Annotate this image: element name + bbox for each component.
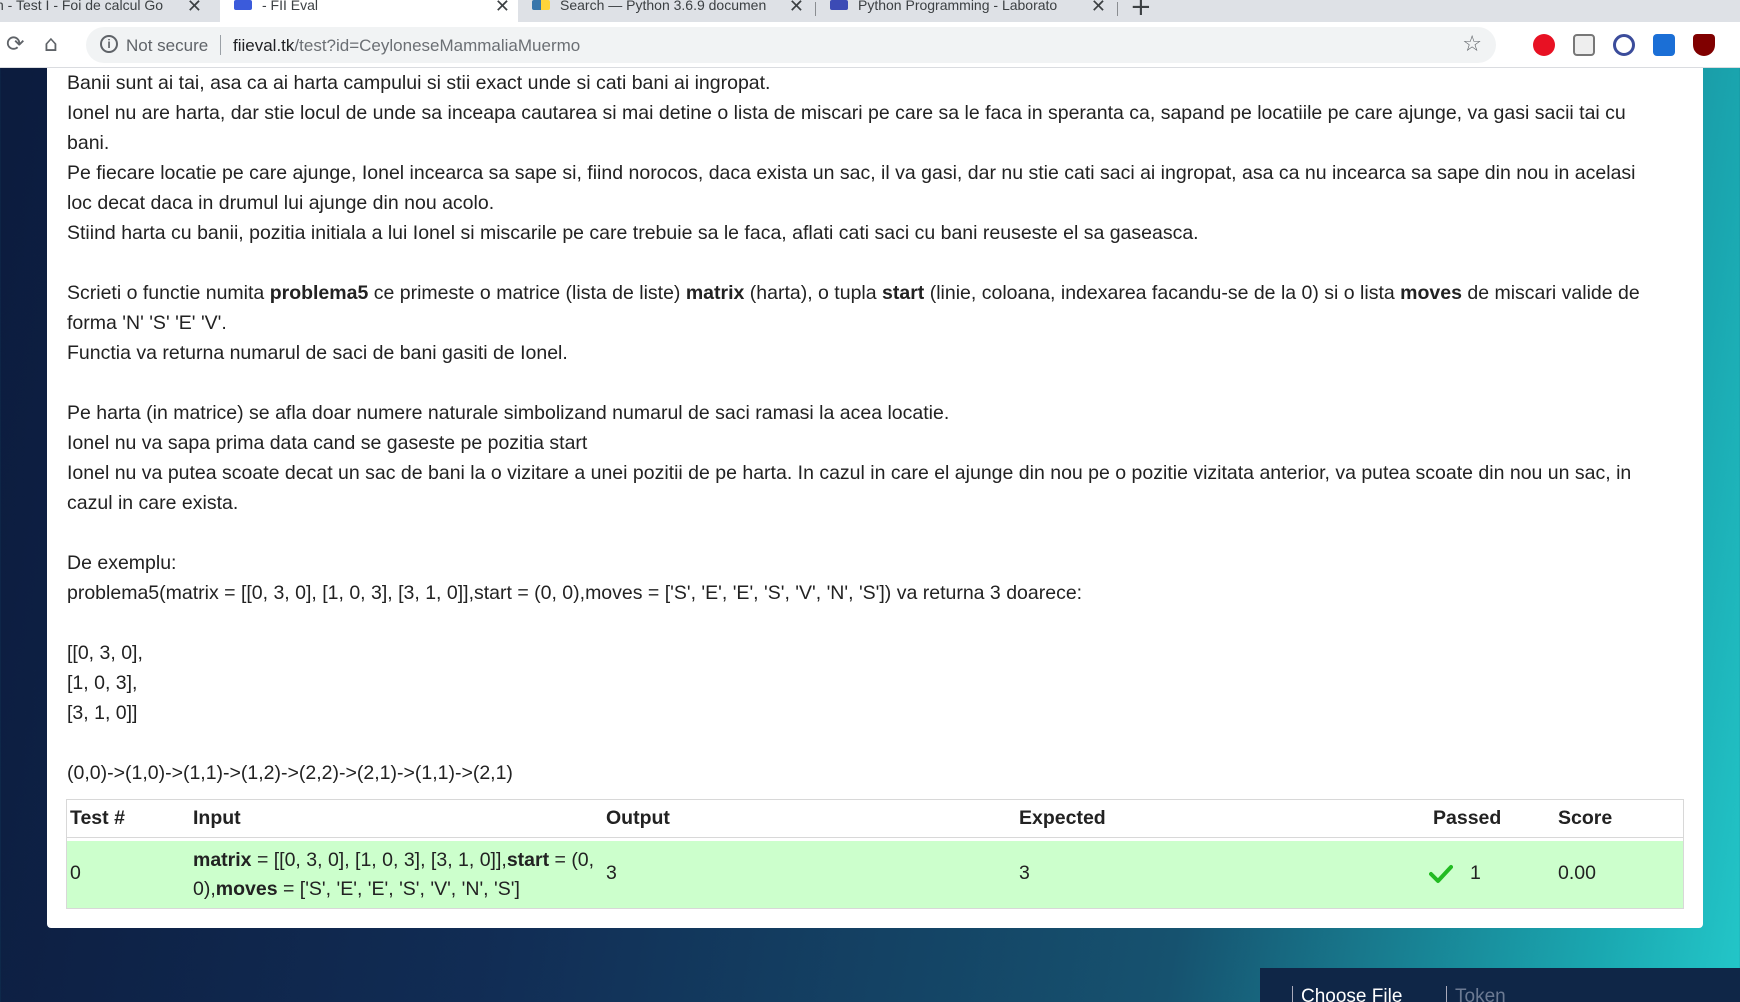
security-indicator[interactable]: Not secure <box>126 36 208 56</box>
tab-title: Python Programming - Laborato <box>858 0 1058 13</box>
bookmark-star-icon[interactable]: ☆ <box>1462 32 1482 57</box>
example-path: (0,0)->(1,0)->(1,1)->(1,2)->(2,2)->(2,1)… <box>67 762 513 784</box>
header-test: Test # <box>70 807 125 829</box>
task-text: ce primeste o matrice (lista de liste) <box>368 282 686 304</box>
intro-line: Ionel nu are harta, dar stie locul de un… <box>67 102 1626 124</box>
tab-title: - FII Eval <box>262 0 319 13</box>
table-row: 0 matrix = [[0, 3, 0], [1, 0, 3], [3, 1,… <box>67 841 1683 908</box>
input-start-label: start <box>506 849 550 871</box>
example-call: problema5(matrix = [[0, 3, 0], [1, 0, 3]… <box>67 582 1083 604</box>
block-extension-icon[interactable] <box>1613 34 1635 56</box>
url-text[interactable]: fiieval.tk/test?id=CeyloneseMammaliaMuer… <box>233 36 580 56</box>
input-moves-label: moves <box>215 878 278 900</box>
tab-separator <box>1117 2 1118 16</box>
address-bar[interactable]: i Not secure fiieval.tk/test?id=Ceylones… <box>86 27 1496 63</box>
url-path: /test?id=CeyloneseMammaliaMuermo <box>294 36 581 55</box>
intro-line: Banii sunt ai tai, asa ca ai harta campu… <box>67 72 771 94</box>
info-icon[interactable]: i <box>100 35 118 53</box>
cell-score: 0.00 <box>1558 862 1596 884</box>
tab-python-docs[interactable]: Search — Python 3.6.9 documen ✕ <box>520 0 812 22</box>
problem-statement: Banii sunt ai tai, asa ca ai harta campu… <box>67 68 1687 788</box>
arg-start: start <box>882 282 925 304</box>
tab-fii-eval[interactable]: - FII Eval ✕ <box>220 0 518 22</box>
rule-line: cazul in care exista. <box>67 492 239 514</box>
intro-line: bani. <box>67 132 110 154</box>
header-score: Score <box>1558 807 1613 829</box>
close-icon[interactable]: ✕ <box>187 0 202 17</box>
rule-line: Pe harta (in matrice) se afla doar numer… <box>67 402 950 424</box>
tab-title: Search — Python 3.6.9 documen <box>560 0 767 13</box>
cell-input: matrix = [[0, 3, 0], [1, 0, 3], [3, 1, 0… <box>193 846 613 904</box>
classroom-favicon-icon <box>830 0 848 10</box>
cell-output: 3 <box>606 862 617 884</box>
python-favicon-icon <box>532 0 550 10</box>
new-tab-button[interactable]: + <box>1130 0 1152 22</box>
input-matrix-value: = [[0, 3, 0], [1, 0, 3], [3, 1, 0]], <box>251 849 507 871</box>
intro-line: Pe fiecare locatie pe care ajunge, Ionel… <box>67 162 1636 184</box>
intro-line: Stiind harta cu banii, pozitia initiala … <box>67 222 1199 244</box>
tab-python-programming[interactable]: Python Programming - Laborato ✕ <box>818 0 1114 22</box>
task-text: de miscari valide de <box>1461 282 1640 304</box>
arg-moves: moves <box>1400 282 1462 304</box>
function-name: problema5 <box>269 282 369 304</box>
header-output: Output <box>606 807 670 829</box>
input-start-value: = (0, <box>549 849 595 871</box>
task-text: Scrieti o functie numita <box>67 282 270 304</box>
url-host: fiieval.tk <box>233 36 295 55</box>
matrix-row: [1, 0, 3], <box>67 672 138 694</box>
ublock-shield-icon[interactable] <box>1693 34 1715 56</box>
token-input[interactable]: Token <box>1446 986 1506 1002</box>
check-icon <box>1429 865 1453 883</box>
tab-separator <box>815 2 816 16</box>
input-moves-value: = ['S', 'E', 'E', 'S', 'V', 'N', 'S'] <box>277 878 520 900</box>
home-icon[interactable]: ⌂ <box>44 32 58 57</box>
task-text: (harta), o tupla <box>744 282 883 304</box>
cell-expected: 3 <box>1019 862 1030 884</box>
cell-passed: 1 <box>1470 862 1481 884</box>
counter-extension-icon[interactable] <box>1573 34 1595 56</box>
rule-line: Ionel nu va sapa prima data cand se gase… <box>67 432 588 454</box>
rule-line: Ionel nu va putea scoate decat un sac de… <box>67 462 1632 484</box>
tab-google-sheets[interactable]: n - Test I - Foi de calcul Go ✕ <box>0 0 210 22</box>
close-icon[interactable]: ✕ <box>1091 0 1106 17</box>
header-expected: Expected <box>1019 807 1106 829</box>
omnibox-divider <box>220 35 221 55</box>
header-input: Input <box>193 807 241 829</box>
choose-file-button[interactable]: Choose File <box>1292 986 1402 1002</box>
browser-tabstrip: n - Test I - Foi de calcul Go ✕ - FII Ev… <box>0 0 1740 22</box>
reload-icon[interactable]: ⟳ <box>6 32 24 57</box>
results-header-row: Test # Input Output Expected Passed Scor… <box>67 800 1683 838</box>
problem-card: Banii sunt ai tai, asa ca ai harta campu… <box>47 68 1703 928</box>
fii-eval-favicon-icon <box>234 0 252 10</box>
close-icon[interactable]: ✕ <box>789 0 804 17</box>
input-start-value: 0), <box>193 878 216 900</box>
matrix-row: [[0, 3, 0], <box>67 642 143 664</box>
task-line: Scrieti o functie numita problema5 ce pr… <box>67 278 1687 308</box>
results-table: Test # Input Output Expected Passed Scor… <box>66 799 1684 909</box>
input-matrix-label: matrix <box>193 849 252 871</box>
close-icon[interactable]: ✕ <box>495 0 510 17</box>
intro-line: loc decat daca in drumul lui ajunge din … <box>67 192 495 214</box>
arg-matrix: matrix <box>685 282 745 304</box>
header-passed: Passed <box>1433 807 1502 829</box>
opera-extension-icon[interactable] <box>1533 34 1555 56</box>
task-line: forma 'N' 'S' 'E' 'V'. <box>67 312 227 334</box>
task-return-line: Functia va returna numarul de saci de ba… <box>67 342 568 364</box>
browser-toolbar: ⟳ ⌂ i Not secure fiieval.tk/test?id=Ceyl… <box>0 22 1740 68</box>
json-off-extension-icon[interactable] <box>1653 34 1675 56</box>
cell-test-number: 0 <box>70 862 81 884</box>
submit-bar: Choose File Token <box>1260 968 1740 1002</box>
example-label: De exemplu: <box>67 552 177 574</box>
task-text: (linie, coloana, indexarea facandu-se de… <box>924 282 1401 304</box>
tab-title: n - Test I - Foi de calcul Go <box>0 0 164 13</box>
matrix-row: [3, 1, 0]] <box>67 702 138 724</box>
